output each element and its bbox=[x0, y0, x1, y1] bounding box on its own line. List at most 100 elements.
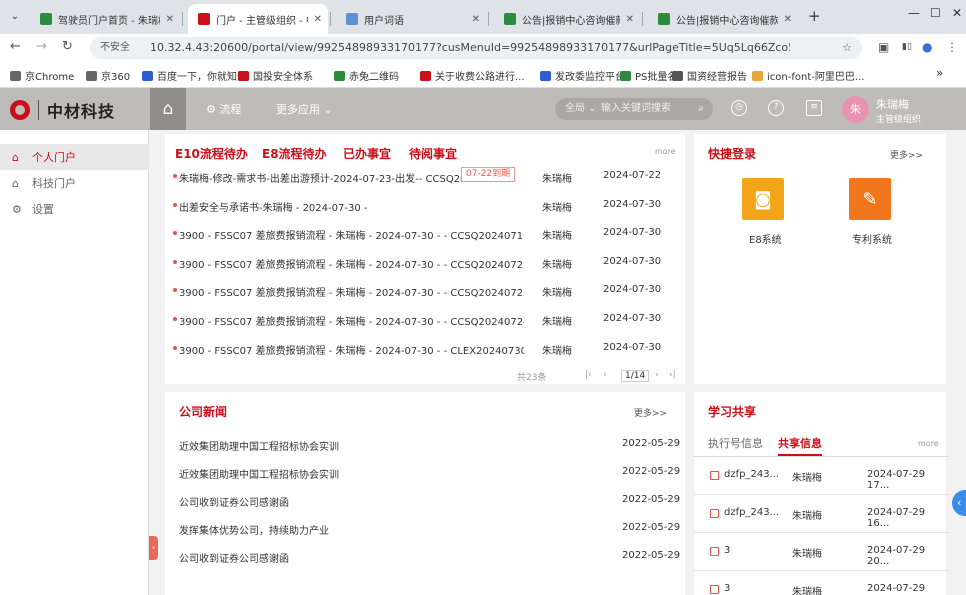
bookmark-item[interactable]: 赤兔二维码 bbox=[334, 68, 399, 83]
new-tab-button[interactable]: + bbox=[808, 7, 821, 25]
minimize-icon[interactable]: — bbox=[908, 6, 920, 20]
back-icon[interactable]: ← bbox=[10, 39, 21, 54]
news-item[interactable]: 公司收到证券公司感谢函 2022-05-29 bbox=[165, 485, 685, 513]
browser-tab[interactable]: 用户词语 ✕ bbox=[336, 4, 486, 34]
shared-file-row[interactable]: 3朱瑞梅2024-07-29 20... bbox=[694, 533, 950, 571]
clock-icon[interactable]: ◷ bbox=[731, 100, 747, 116]
extensions-icon[interactable]: ▣ bbox=[878, 40, 889, 54]
bookmark-item[interactable]: 京360 bbox=[86, 68, 130, 83]
shared-file-row[interactable]: dzfp_243... 朱瑞梅 2024-07-29 17... bbox=[694, 457, 950, 495]
search-scope-select[interactable]: 全局 ⌄ bbox=[565, 98, 597, 120]
patent-system-label[interactable]: 专利系统 bbox=[852, 231, 892, 246]
profile-icon[interactable]: ● bbox=[922, 40, 932, 54]
close-window-icon[interactable]: ✕ bbox=[952, 6, 962, 20]
patent-system-icon[interactable]: ✎ bbox=[849, 178, 891, 220]
sidebar-collapse-button[interactable]: ‹ bbox=[149, 536, 158, 560]
browser-tab[interactable]: 门户 - 主管级组织 - 中材✕ bbox=[188, 4, 328, 34]
search-icon[interactable]: ⌕ bbox=[698, 98, 704, 120]
maximize-icon[interactable]: ☐ bbox=[930, 6, 941, 20]
message-icon[interactable]: ≡ bbox=[806, 100, 822, 116]
bookmark-item[interactable]: 国资经营报告 bbox=[672, 68, 747, 83]
todo-row[interactable]: 朱瑞梅-修改-需求书-出差出游预计-2024-07-23-出发-- CCSQ20… bbox=[165, 162, 685, 190]
close-tab-icon[interactable]: ✕ bbox=[314, 14, 322, 25]
search-input[interactable]: 输入关键词搜索 bbox=[601, 98, 671, 120]
news-more-link[interactable]: 更多>> bbox=[634, 406, 667, 419]
shared-file-row[interactable]: dzfp_243... 朱瑞梅 2024-07-29 16... bbox=[694, 495, 950, 533]
sidebar-item-settings[interactable]: ⚙ 设置 bbox=[0, 196, 149, 222]
global-search[interactable]: 全局 ⌄ 输入关键词搜索 ⌕ bbox=[555, 98, 713, 120]
news-item[interactable]: 近效集团助理中国工程招标协会实训 2022-05-29 bbox=[165, 429, 685, 457]
page-indicator[interactable]: 1/14 bbox=[621, 370, 650, 382]
learning-title: 学习共享 bbox=[708, 405, 757, 419]
security-warning[interactable]: 不安全 bbox=[100, 37, 130, 59]
next-page-icon[interactable]: › bbox=[655, 370, 659, 380]
news-item[interactable]: 发挥集体优势公司，持续助力产业 2022-05-29 bbox=[165, 513, 685, 541]
nav-process[interactable]: ⚙ 流程 bbox=[206, 101, 241, 117]
home-button[interactable]: ⌂ bbox=[150, 88, 186, 130]
tab-search-icon[interactable]: ⌄ bbox=[6, 8, 24, 26]
close-tab-icon[interactable]: ✕ bbox=[784, 14, 792, 25]
sidebar-item-personal-portal[interactable]: ⌂ 个人门户 bbox=[0, 144, 149, 170]
quick-login-title: 快捷登录 bbox=[708, 147, 757, 161]
gear-icon: ⚙ bbox=[12, 202, 22, 216]
forward-icon[interactable]: → bbox=[36, 39, 47, 54]
prev-page-icon[interactable]: ‹ bbox=[603, 370, 607, 380]
logo: 中材科技 bbox=[10, 98, 115, 122]
tab-favicon-icon bbox=[658, 13, 670, 25]
first-page-icon[interactable]: |‹ bbox=[585, 370, 592, 380]
browser-tab[interactable]: 公告|报销中心咨询催款中✕ bbox=[494, 4, 640, 34]
nav-more-apps[interactable]: 更多应用 ⌄ bbox=[276, 101, 333, 117]
todo-row[interactable]: 3900 - FSSC07 差旅费报销流程 - 朱瑞梅 - 2024-07-30… bbox=[165, 276, 685, 304]
bookmarks-overflow-icon[interactable]: » bbox=[936, 66, 943, 80]
todo-more-link[interactable]: more bbox=[655, 147, 676, 156]
e8-system-icon[interactable]: ◙ bbox=[742, 178, 784, 220]
tab-done[interactable]: 已办事宜 bbox=[343, 145, 391, 162]
browser-tab[interactable]: 公告|报销中心咨询催款中✕ bbox=[648, 4, 798, 34]
bookmark-item[interactable]: 京Chrome bbox=[10, 68, 74, 83]
avatar[interactable]: 朱 bbox=[842, 96, 869, 123]
learning-more-link[interactable]: more bbox=[918, 439, 939, 448]
sidebar-toggle-icon[interactable]: ▮▯ bbox=[902, 42, 912, 52]
bookmark-item[interactable]: 关于收费公路进行... bbox=[420, 68, 525, 83]
tab-e8-todo[interactable]: E8流程待办 bbox=[262, 145, 327, 162]
tab-shared-info[interactable]: 共享信息 bbox=[778, 435, 822, 456]
help-icon[interactable]: ? bbox=[768, 100, 784, 116]
close-tab-icon[interactable]: ✕ bbox=[626, 14, 634, 25]
news-item[interactable]: 近效集团助理中国工程招标协会实训 2022-05-29 bbox=[165, 457, 685, 485]
browser-tab[interactable]: 驾驶员门户首页 - 朱瑞梅 ✕ bbox=[30, 4, 180, 34]
url-text[interactable]: 10.32.4.43:20600/portal/view/99254898933… bbox=[150, 37, 790, 59]
sidebar-item-tech-portal[interactable]: ⌂ 科技门户 bbox=[0, 170, 149, 196]
todo-row[interactable]: 3900 - FSSC07 差旅费报销流程 - 朱瑞梅 - 2024-07-30… bbox=[165, 248, 685, 276]
user-name[interactable]: 朱瑞梅 bbox=[876, 96, 909, 112]
bookmark-item[interactable]: PS批量名 bbox=[620, 68, 677, 83]
e8-system-label[interactable]: E8系统 bbox=[749, 231, 782, 246]
home-icon: ⌂ bbox=[12, 150, 19, 164]
todo-row[interactable]: 3900 - FSSC07 差旅费报销流程 - 朱瑞梅 - 2024-07-30… bbox=[165, 334, 685, 362]
news-item[interactable]: 公司收到证券公司感谢函 2022-05-29 bbox=[165, 541, 685, 569]
browser-window: ⌄ 驾驶员门户首页 - 朱瑞梅✕ 门户 - 主管级组织 - 中材✕ 用户词语✕ 公告|… bbox=[0, 0, 966, 595]
learning-share-card: 学习共享 执行号信息 共享信息 more dzfp_243... 朱瑞梅 2024-… bbox=[694, 392, 950, 595]
todo-row[interactable]: 3900 - FSSC07 差旅费报销流程 - 朱瑞梅 - 2024-07-30… bbox=[165, 305, 685, 333]
bookmark-icon bbox=[334, 70, 345, 81]
shared-file-row[interactable]: 3朱瑞梅2024-07-29 20... bbox=[694, 571, 950, 595]
tab-to-read[interactable]: 待阅事宜 bbox=[409, 145, 457, 162]
quick-more-link[interactable]: 更多>> bbox=[890, 148, 923, 161]
bookmark-item[interactable]: 发改委监控平台 bbox=[540, 68, 625, 83]
close-tab-icon[interactable]: ✕ bbox=[472, 14, 480, 25]
bookmark-star-icon[interactable]: ☆ bbox=[842, 37, 852, 59]
browser-menu-icon[interactable]: ⋮ bbox=[946, 40, 958, 54]
todo-row[interactable]: 出差安全与承诺书-朱瑞梅 - 2024-07-30 - 朱瑞梅 2024-07-30 bbox=[165, 191, 685, 219]
todo-row[interactable]: 3900 - FSSC07 差旅费报销流程 - 朱瑞梅 - 2024-07-30… bbox=[165, 219, 685, 247]
reload-icon[interactable]: ↻ bbox=[62, 39, 73, 54]
last-page-icon[interactable]: ›| bbox=[669, 370, 676, 380]
url-field[interactable]: 不安全 10.32.4.43:20600/portal/view/9925489… bbox=[90, 37, 862, 59]
bookmark-item[interactable]: icon-font-阿里巴巴... bbox=[752, 68, 864, 83]
float-assistant-button[interactable]: ‹ bbox=[952, 490, 966, 516]
tab-executor-info[interactable]: 执行号信息 bbox=[708, 435, 763, 451]
tab-favicon-icon bbox=[40, 13, 52, 25]
bookmark-item[interactable]: 百度一下，你就知道 bbox=[142, 68, 247, 83]
bookmark-item[interactable]: 国投安全体系 bbox=[238, 68, 313, 83]
tab-e10-todo[interactable]: E10流程待办 bbox=[175, 145, 248, 162]
app-header: 中材科技 ⌂ ⚙ 流程 更多应用 ⌄ 全局 ⌄ 输入关键词搜索 ⌕ ◷ ? ≡ bbox=[0, 88, 966, 130]
close-tab-icon[interactable]: ✕ bbox=[166, 14, 174, 25]
